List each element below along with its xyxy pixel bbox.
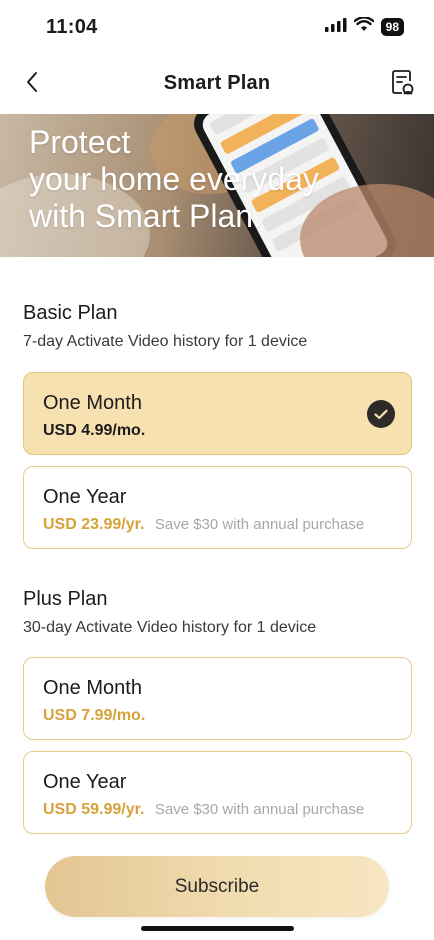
basic-one-month-option[interactable]: One Month USD 4.99/mo.	[23, 372, 412, 455]
purchase-record-button[interactable]	[388, 69, 418, 99]
banner-line-3: with Smart Plan.	[29, 198, 262, 234]
checkmark-icon	[367, 400, 395, 428]
record-document-icon	[391, 69, 415, 100]
banner-line-1: Protect	[29, 124, 131, 160]
plan-title: Basic Plan	[23, 302, 118, 324]
cellular-icon	[324, 17, 347, 37]
option-name: One Month	[43, 677, 142, 699]
plan-description: 7-day Activate Video history for 1 devic…	[23, 333, 308, 350]
basic-plan-header: Basic Plan 7-day Activate Video history …	[23, 302, 412, 351]
plus-one-year-option[interactable]: One Year USD 59.99/yr. Save $30 with ann…	[23, 751, 412, 834]
page-title: Smart Plan	[163, 72, 271, 94]
plus-one-month-option[interactable]: One Month USD 7.99/mo.	[23, 657, 412, 740]
option-save-note: Save $30 with annual purchase	[154, 801, 365, 818]
banner-headline: Protect your home everyday with Smart Pl…	[29, 124, 319, 235]
option-save-note: Save $30 with annual purchase	[154, 516, 365, 533]
option-price: USD 4.99/mo.	[43, 422, 146, 439]
nav-bar: Smart Plan	[0, 60, 434, 108]
plan-description: 30-day Activate Video history for 1 devi…	[23, 619, 317, 636]
status-bar: 11:04 98	[0, 0, 434, 56]
battery-icon: 98	[380, 18, 404, 36]
basic-one-year-option[interactable]: One Year USD 23.99/yr. Save $30 with ann…	[23, 466, 412, 549]
plan-title: Plus Plan	[23, 588, 108, 610]
option-name: One Year	[43, 771, 127, 793]
option-price: USD 7.99/mo.	[43, 707, 146, 724]
option-price: USD 23.99/yr.	[43, 516, 145, 533]
wifi-icon	[353, 16, 375, 37]
status-icons: 98	[324, 16, 404, 37]
option-name: One Year	[43, 486, 127, 508]
home-indicator	[141, 926, 294, 931]
option-price: USD 59.99/yr.	[43, 801, 145, 818]
subscribe-button[interactable]: Subscribe	[45, 856, 389, 917]
option-name: One Month	[43, 392, 142, 414]
banner-line-2: your home everyday	[29, 161, 319, 197]
plus-plan-header: Plus Plan 30-day Activate Video history …	[23, 588, 412, 637]
promo-banner: Protect your home everyday with Smart Pl…	[0, 114, 434, 257]
status-time: 11:04	[46, 16, 98, 38]
